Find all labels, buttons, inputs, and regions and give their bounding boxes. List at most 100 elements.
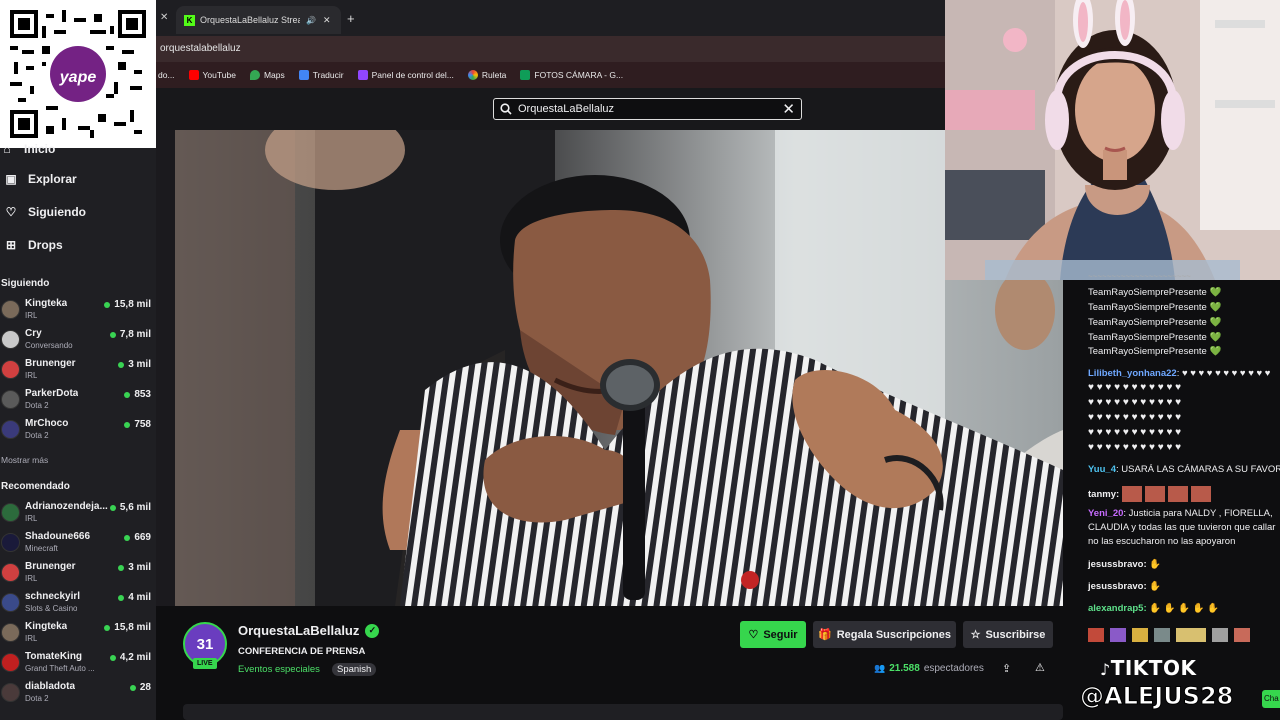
sidebar-channel[interactable]: Kingteka IRL 15,8 mil: [0, 296, 156, 324]
sidebar-channel[interactable]: Shadoune666 Minecraft 669: [0, 529, 156, 557]
viewer-count-text: 3 mil: [128, 359, 151, 370]
channel-game: Minecraft: [25, 544, 58, 553]
tab-label: OrquestaLaBellaluz Stream: [200, 15, 300, 25]
stream-title: CONFERENCIA DE PRENSA: [238, 646, 366, 657]
chat-username[interactable]: alexandrap5:: [1088, 603, 1147, 614]
bookmark-panel[interactable]: Panel de control del...: [357, 70, 454, 80]
emote-icon: [1176, 628, 1206, 642]
viewer-count-text: 3 mil: [128, 562, 151, 573]
chat-send-button[interactable]: Cha: [1262, 690, 1280, 708]
sidebar-channel[interactable]: Brunenger IRL 3 mil: [0, 559, 156, 587]
chat-username[interactable]: Yeni_20: [1088, 508, 1123, 519]
video-player[interactable]: [175, 130, 1063, 606]
chat-username[interactable]: tanmy:: [1088, 489, 1119, 500]
sidebar-channel[interactable]: Brunenger IRL 3 mil: [0, 356, 156, 384]
verified-icon: ✓: [365, 623, 380, 638]
channel-name: diabladota: [25, 681, 76, 692]
viewer-count: 15,8 mil: [104, 622, 151, 633]
avatar: [1, 533, 20, 552]
chat-text: TeamRayoSiemprePresente: [1088, 332, 1207, 343]
viewer-count: 669: [124, 532, 151, 543]
qr-code: yape: [0, 0, 156, 148]
channel-game: IRL: [25, 371, 38, 380]
svg-text:yape: yape: [59, 69, 97, 86]
green-heart-icon: 💚: [1209, 317, 1222, 328]
channel-game: Slots & Casino: [25, 604, 78, 613]
bookmark-label: Panel de control del...: [371, 70, 454, 80]
search-input[interactable]: OrquestaLaBellaluz ✕: [493, 98, 802, 120]
green-heart-icon: 💚: [1209, 302, 1222, 313]
viewer-count-text: 669: [134, 532, 151, 543]
bookmark-fotos[interactable]: FOTOS CÁMARA - G...: [520, 70, 623, 80]
speaker-icon[interactable]: 🔊: [306, 16, 316, 25]
sidebar-channel[interactable]: schneckyirl Slots & Casino 4 mil: [0, 589, 156, 617]
sidebar-channel[interactable]: ParkerDota Dota 2 853: [0, 386, 156, 414]
emote-icon: [1234, 628, 1250, 642]
bookmark-traducir[interactable]: Traducir: [298, 70, 344, 80]
sidebar-channel[interactable]: Cry Conversando 7,8 mil: [0, 326, 156, 354]
chat-message: Yeni_20: Justicia para NALDY , FIORELLA,…: [1088, 508, 1276, 547]
avatar: [1, 420, 20, 439]
viewer-count-text: 758: [134, 419, 151, 430]
new-tab-button[interactable]: +: [347, 11, 355, 26]
browser-tab-active[interactable]: K OrquestaLaBellaluz Stream 🔊 ✕: [176, 6, 341, 34]
clear-search-icon[interactable]: ✕: [782, 102, 795, 117]
chat-message: jesussbravo: ✋: [1088, 581, 1161, 592]
follow-button[interactable]: ♡ Seguir: [740, 621, 806, 648]
subscribe-button[interactable]: ☆ Suscribirse: [963, 621, 1053, 648]
avatar: [1, 653, 20, 672]
bookmark-truncated[interactable]: do...: [158, 70, 175, 80]
stream-category-link[interactable]: Eventos especiales: [238, 664, 320, 675]
address-bar[interactable]: orquestalabellaluz: [156, 36, 946, 62]
channel-name[interactable]: OrquestaLaBellaluz ✓: [238, 623, 380, 638]
sidebar-channel[interactable]: TomateKing Grand Theft Auto ... 4,2 mil: [0, 649, 156, 677]
chat-username[interactable]: Lilibeth_yonhana22: [1088, 368, 1177, 379]
chat-text: TeamRayoSiemprePresente: [1088, 287, 1207, 298]
viewer-count: 4 mil: [118, 592, 151, 603]
chat-message: TeamRayoSiemprePresente 💚: [1088, 302, 1221, 313]
chat-username[interactable]: jesussbravo:: [1088, 581, 1147, 592]
channel-game: Conversando: [25, 341, 73, 350]
drops-icon: ⊞: [5, 238, 17, 252]
viewer-count-text: 853: [134, 389, 151, 400]
viewer-count: 3 mil: [118, 562, 151, 573]
language-tag[interactable]: Spanish: [332, 663, 377, 676]
bookmark-maps[interactable]: Maps: [249, 70, 285, 80]
channel-game: Dota 2: [25, 401, 49, 410]
emote-icon: [1110, 628, 1126, 642]
chat-username[interactable]: jesussbravo:: [1088, 559, 1147, 570]
share-icon[interactable]: ⇪: [1002, 662, 1011, 675]
live-dot-icon: [104, 624, 111, 631]
sidebar-nav-explorar[interactable]: ▣ Explorar: [4, 172, 76, 186]
sidebar-nav-inicio[interactable]: ⌂ Inicio: [0, 142, 55, 156]
bookmark-ruleta[interactable]: Ruleta: [467, 70, 506, 80]
sidebar-channel[interactable]: Adrianozendeja... IRL 5,6 mil: [0, 499, 156, 527]
live-dot-icon: [104, 301, 111, 308]
chat-message: Yuu_4: USARÁ LAS CÁMARAS A SU FAVOR: [1088, 464, 1280, 475]
show-more-link[interactable]: Mostrar más: [1, 455, 48, 465]
close-tab-icon[interactable]: ✕: [323, 15, 331, 26]
sidebar-nav-siguiendo[interactable]: ♡ Siguiendo: [4, 205, 86, 219]
bookmark-youtube[interactable]: YouTube: [188, 70, 236, 80]
sidebar-channel[interactable]: MrChoco Dota 2 758: [0, 416, 156, 444]
gift-subs-button[interactable]: 🎁 Regala Suscripciones: [813, 621, 956, 648]
viewer-count-text: 5,6 mil: [119, 502, 151, 513]
report-icon[interactable]: ⚠: [1035, 661, 1045, 674]
live-dot-icon: [129, 684, 136, 691]
sidebar-nav-drops[interactable]: ⊞ Drops: [4, 238, 63, 252]
chat-username[interactable]: Yuu_4: [1088, 464, 1116, 475]
heart-icon: ♡: [5, 205, 17, 219]
emote-icon: [1088, 628, 1104, 642]
sidebar-channel[interactable]: Kingteka IRL 15,8 mil: [0, 619, 156, 647]
recommended-heading: Recomendado: [1, 481, 70, 492]
channel-name: TomateKing: [25, 651, 83, 662]
viewers-icon: 👥: [874, 663, 886, 673]
live-dot-icon: [109, 331, 116, 338]
live-dot-icon: [118, 564, 125, 571]
sidebar-channel[interactable]: diabladota Dota 2 28: [0, 679, 156, 707]
tiktok-icon: ♪: [1100, 660, 1111, 679]
close-tab-icon[interactable]: ✕: [160, 12, 168, 23]
channel-name: schneckyirl: [25, 591, 81, 602]
hearts-row: ♥ ♥ ♥ ♥ ♥ ♥ ♥ ♥ ♥ ♥ ♥: [1088, 442, 1182, 453]
chat-text: USARÁ LAS CÁMARAS A SU FAVOR: [1121, 464, 1280, 475]
